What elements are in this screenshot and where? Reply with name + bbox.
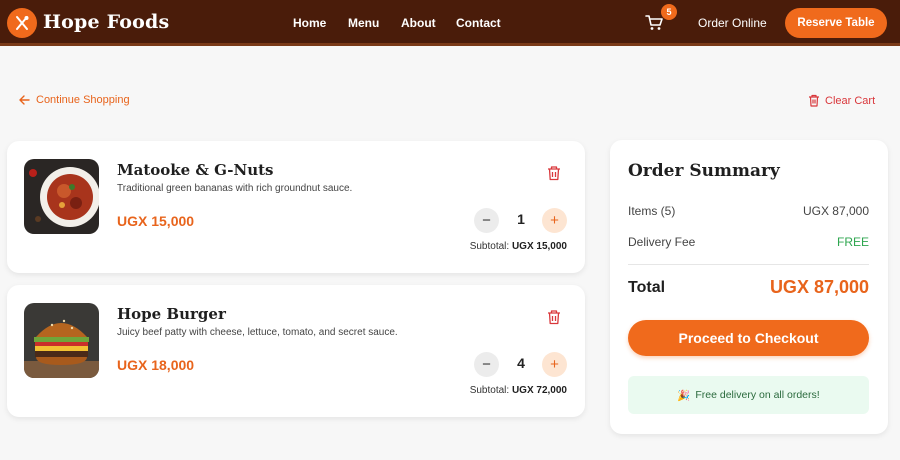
- order-summary-panel: Order Summary Items (5) UGX 87,000 Deliv…: [610, 140, 888, 434]
- nav-about[interactable]: About: [401, 16, 436, 30]
- order-summary-title: Order Summary: [628, 161, 780, 181]
- quantity-value: 4: [517, 355, 525, 371]
- nav-contact[interactable]: Contact: [456, 16, 501, 30]
- remove-item-trash-icon[interactable]: [546, 309, 562, 325]
- increase-quantity-button[interactable]: +: [542, 352, 567, 377]
- items-count-row: Items (5) UGX 87,000: [628, 204, 869, 218]
- item-name: Matooke & G-Nuts: [117, 161, 274, 179]
- proceed-to-checkout-button[interactable]: Proceed to Checkout: [628, 320, 869, 356]
- cart-count-badge: 5: [661, 4, 677, 20]
- continue-shopping-label: Continue Shopping: [36, 94, 130, 106]
- arrow-left-icon: [19, 95, 30, 105]
- brand-name[interactable]: Hope Foods: [43, 11, 169, 33]
- logo[interactable]: [7, 8, 37, 38]
- nav-home[interactable]: Home: [293, 16, 326, 30]
- item-name: Hope Burger: [117, 305, 226, 323]
- summary-divider: [628, 264, 869, 265]
- item-image-matooke: [24, 159, 99, 234]
- total-value: UGX 87,000: [769, 277, 869, 297]
- free-delivery-note: 🎉 Free delivery on all orders!: [628, 376, 869, 414]
- cart-item: Hope Burger Juicy beef patty with cheese…: [7, 285, 585, 417]
- subtotal-label: Subtotal:: [469, 385, 510, 396]
- item-image-burger: [24, 303, 99, 378]
- continue-shopping-link[interactable]: Continue Shopping: [19, 94, 130, 106]
- site-header: Hope Foods Home Menu About Contact 5 Ord…: [0, 0, 900, 46]
- item-price: UGX 18,000: [117, 357, 195, 373]
- free-delivery-text: Free delivery on all orders!: [695, 389, 820, 401]
- decrease-quantity-button[interactable]: −: [474, 208, 499, 233]
- item-subtotal: Subtotal: UGX 15,000: [470, 241, 567, 252]
- nav-menu[interactable]: Menu: [348, 16, 379, 30]
- item-description: Traditional green bananas with rich grou…: [117, 183, 353, 194]
- remove-item-trash-icon[interactable]: [546, 165, 562, 181]
- order-online-link[interactable]: Order Online: [698, 16, 767, 30]
- minus-icon: −: [482, 356, 491, 373]
- increase-quantity-button[interactable]: +: [542, 208, 567, 233]
- delivery-fee-value: FREE: [836, 235, 869, 249]
- items-total-value: UGX 87,000: [802, 204, 869, 218]
- utensils-icon: [16, 16, 29, 30]
- decrease-quantity-button[interactable]: −: [474, 352, 499, 377]
- items-count-label: Items (5): [628, 204, 676, 218]
- item-description: Juicy beef patty with cheese, lettuce, t…: [117, 327, 398, 338]
- plus-icon: +: [550, 356, 559, 373]
- subtotal-value: UGX 15,000: [511, 241, 567, 252]
- subtotal-label: Subtotal:: [469, 241, 510, 252]
- trash-icon: [809, 94, 819, 107]
- item-price: UGX 15,000: [117, 213, 195, 229]
- quantity-value: 1: [517, 211, 525, 227]
- clear-cart-link[interactable]: Clear Cart: [808, 94, 875, 107]
- total-label: Total: [628, 279, 666, 296]
- party-popper-icon: 🎉: [677, 389, 691, 402]
- delivery-fee-label: Delivery Fee: [628, 235, 696, 249]
- plus-icon: +: [550, 212, 559, 229]
- subtotal-value: UGX 72,000: [511, 385, 567, 396]
- minus-icon: −: [482, 212, 491, 229]
- item-subtotal: Subtotal: UGX 72,000: [470, 385, 567, 396]
- cart-icon[interactable]: [645, 15, 663, 31]
- reserve-table-button[interactable]: Reserve Table: [785, 8, 887, 38]
- delivery-fee-row: Delivery Fee FREE: [628, 235, 869, 249]
- clear-cart-label: Clear Cart: [825, 94, 876, 107]
- cart-item: Matooke & G-Nuts Traditional green banan…: [7, 141, 585, 273]
